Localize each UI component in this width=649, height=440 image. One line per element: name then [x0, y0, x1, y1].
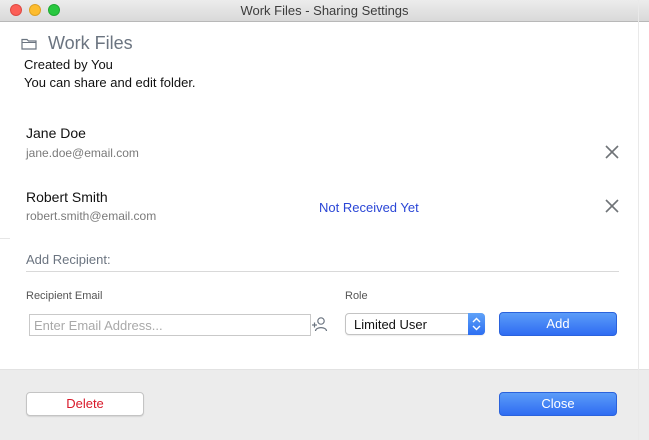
permission-text: You can share and edit folder.	[24, 75, 196, 90]
recipient-email-input[interactable]	[29, 314, 311, 336]
role-select[interactable]: Limited User	[345, 313, 485, 335]
recipient-name: Jane Doe	[26, 125, 86, 141]
add-recipient-divider	[26, 271, 619, 272]
add-person-icon[interactable]	[311, 316, 329, 332]
recipient-name: Robert Smith	[26, 189, 108, 205]
close-button[interactable]: Close	[499, 392, 617, 416]
section-divider	[0, 238, 10, 239]
recipient-email: jane.doe@email.com	[26, 146, 139, 160]
recipient-status: Not Received Yet	[319, 200, 419, 215]
folder-icon	[21, 38, 37, 50]
recipient-email-label: Recipient Email	[26, 290, 103, 302]
add-recipient-title: Add Recipient:	[26, 252, 111, 267]
close-icon[interactable]	[603, 197, 621, 215]
chevron-up-down-icon	[468, 313, 485, 335]
role-selected-value: Limited User	[354, 317, 427, 332]
recipient-email: robert.smith@email.com	[26, 209, 157, 223]
role-label: Role	[345, 290, 368, 302]
folder-name: Work Files	[48, 33, 133, 53]
add-button[interactable]: Add	[499, 312, 617, 336]
title-bar[interactable]: Work Files - Sharing Settings	[0, 0, 649, 22]
created-by-text: Created by You	[24, 57, 113, 72]
window-title: Work Files - Sharing Settings	[240, 3, 409, 18]
window-edge	[638, 0, 639, 440]
delete-button[interactable]: Delete	[26, 392, 144, 416]
close-icon[interactable]	[603, 143, 621, 161]
